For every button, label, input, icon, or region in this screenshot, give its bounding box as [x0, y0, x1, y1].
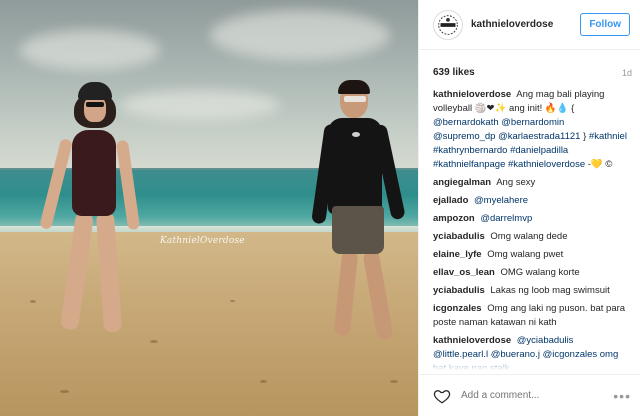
comment: ejallado @myelahere — [433, 194, 627, 208]
likes-count[interactable]: 639 likes — [433, 67, 475, 78]
sand-speck — [260, 380, 267, 383]
comment: ellav_os_lean OMG walang korte — [433, 266, 627, 280]
sand-speck — [390, 380, 398, 383]
add-comment-input[interactable] — [461, 390, 614, 401]
comment-author[interactable]: ampozon — [433, 213, 475, 224]
comment: icgonzales Omg ang laki ng puson. bat pa… — [433, 302, 627, 330]
comment-text: Omg walang dede — [490, 231, 568, 242]
comment: elaine_lyfe Omg walang pwet — [433, 248, 627, 262]
photo-watermark: KathnielOverdose — [160, 236, 245, 246]
caption-text: -💛 © — [587, 159, 613, 170]
comment-text: Lakas ng loob mag swimsuit — [490, 285, 610, 296]
comment: angiegalman Ang sexy — [433, 176, 627, 190]
comment-text[interactable]: @darrelmvp — [480, 213, 532, 224]
comment-author[interactable]: elaine_lyfe — [433, 249, 482, 260]
caption: kathnieloverdose Ang mag bali playing vo… — [433, 88, 627, 172]
comments-list[interactable]: kathnieloverdose Ang mag bali playing vo… — [419, 88, 640, 370]
comment-author[interactable]: ellav_os_lean — [433, 267, 495, 278]
post-meta: 639 likes 1d — [419, 50, 640, 78]
comment-author[interactable]: ejallado — [433, 195, 468, 206]
comment-author[interactable]: yciabadulis — [433, 231, 485, 242]
comment-author[interactable]: kathnieloverdose — [433, 89, 511, 100]
post-age[interactable]: 1d — [622, 68, 632, 78]
sand-speck — [230, 300, 235, 302]
post-photo[interactable]: KathnielOverdose — [0, 0, 418, 416]
comment: yciabadulis Omg walang dede — [433, 230, 627, 244]
comment: ampozon @darrelmvp — [433, 212, 627, 226]
post-sidebar: kathnieloverdose Follow 639 likes 1d kat… — [418, 0, 640, 416]
comment-text: Ang sexy — [496, 177, 536, 188]
comment-author[interactable]: icgonzales — [433, 303, 482, 314]
comment-text[interactable]: @myelahere — [474, 195, 528, 206]
post-header: kathnieloverdose Follow — [419, 0, 640, 50]
cloud — [120, 90, 280, 120]
cloud — [20, 30, 160, 70]
comments-fade — [419, 356, 640, 370]
comment-text: OMG walang korte — [500, 267, 580, 278]
caption-tags[interactable]: @bernardokath @bernardomin @supremo_dp @… — [433, 117, 580, 142]
comment-author[interactable]: angiegalman — [433, 177, 491, 188]
more-options-icon[interactable]: ••• — [613, 388, 631, 404]
avatar-logo-icon — [434, 11, 462, 38]
comment-author[interactable]: kathnieloverdose — [433, 335, 511, 346]
cloud — [210, 10, 390, 60]
avatar[interactable] — [433, 9, 463, 40]
comment: yciabadulis Lakas ng loob mag swimsuit — [433, 284, 627, 298]
follow-button[interactable]: Follow — [580, 13, 630, 36]
sand-speck — [30, 300, 36, 303]
comment-text: Omg walang pwet — [487, 249, 564, 260]
caption-text: } — [583, 131, 587, 142]
comment-bar: ••• — [419, 374, 640, 416]
sand-speck — [150, 340, 158, 343]
heart-icon[interactable] — [433, 387, 451, 405]
sand-speck — [60, 390, 69, 393]
comment-author[interactable]: yciabadulis — [433, 285, 485, 296]
instagram-post: KathnielOverdose kathnieloverdose Follow… — [0, 0, 640, 416]
username[interactable]: kathnieloverdose — [471, 19, 580, 30]
